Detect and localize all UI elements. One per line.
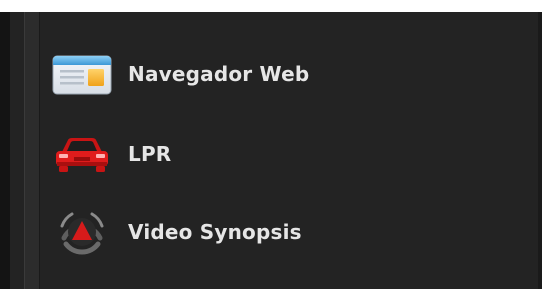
panel-right-edge [538,12,542,289]
menu-item-label: Video Synopsis [128,220,302,244]
menu-item-video-synopsis[interactable]: Video Synopsis [50,208,302,256]
menu-item-label: LPR [128,142,172,166]
menu-item-lpr[interactable]: LPR [50,130,171,178]
menu-item-label: Navegador Web [128,62,310,86]
panel-side-rail [24,12,40,289]
synopsis-icon [50,208,116,256]
menu-panel: Navegador Web LPR Video Synopsis [0,12,542,289]
car-icon [50,130,116,178]
web-browser-icon [50,50,116,98]
panel-left-edge [0,12,10,289]
menu-item-navegador-web[interactable]: Navegador Web [50,50,309,98]
